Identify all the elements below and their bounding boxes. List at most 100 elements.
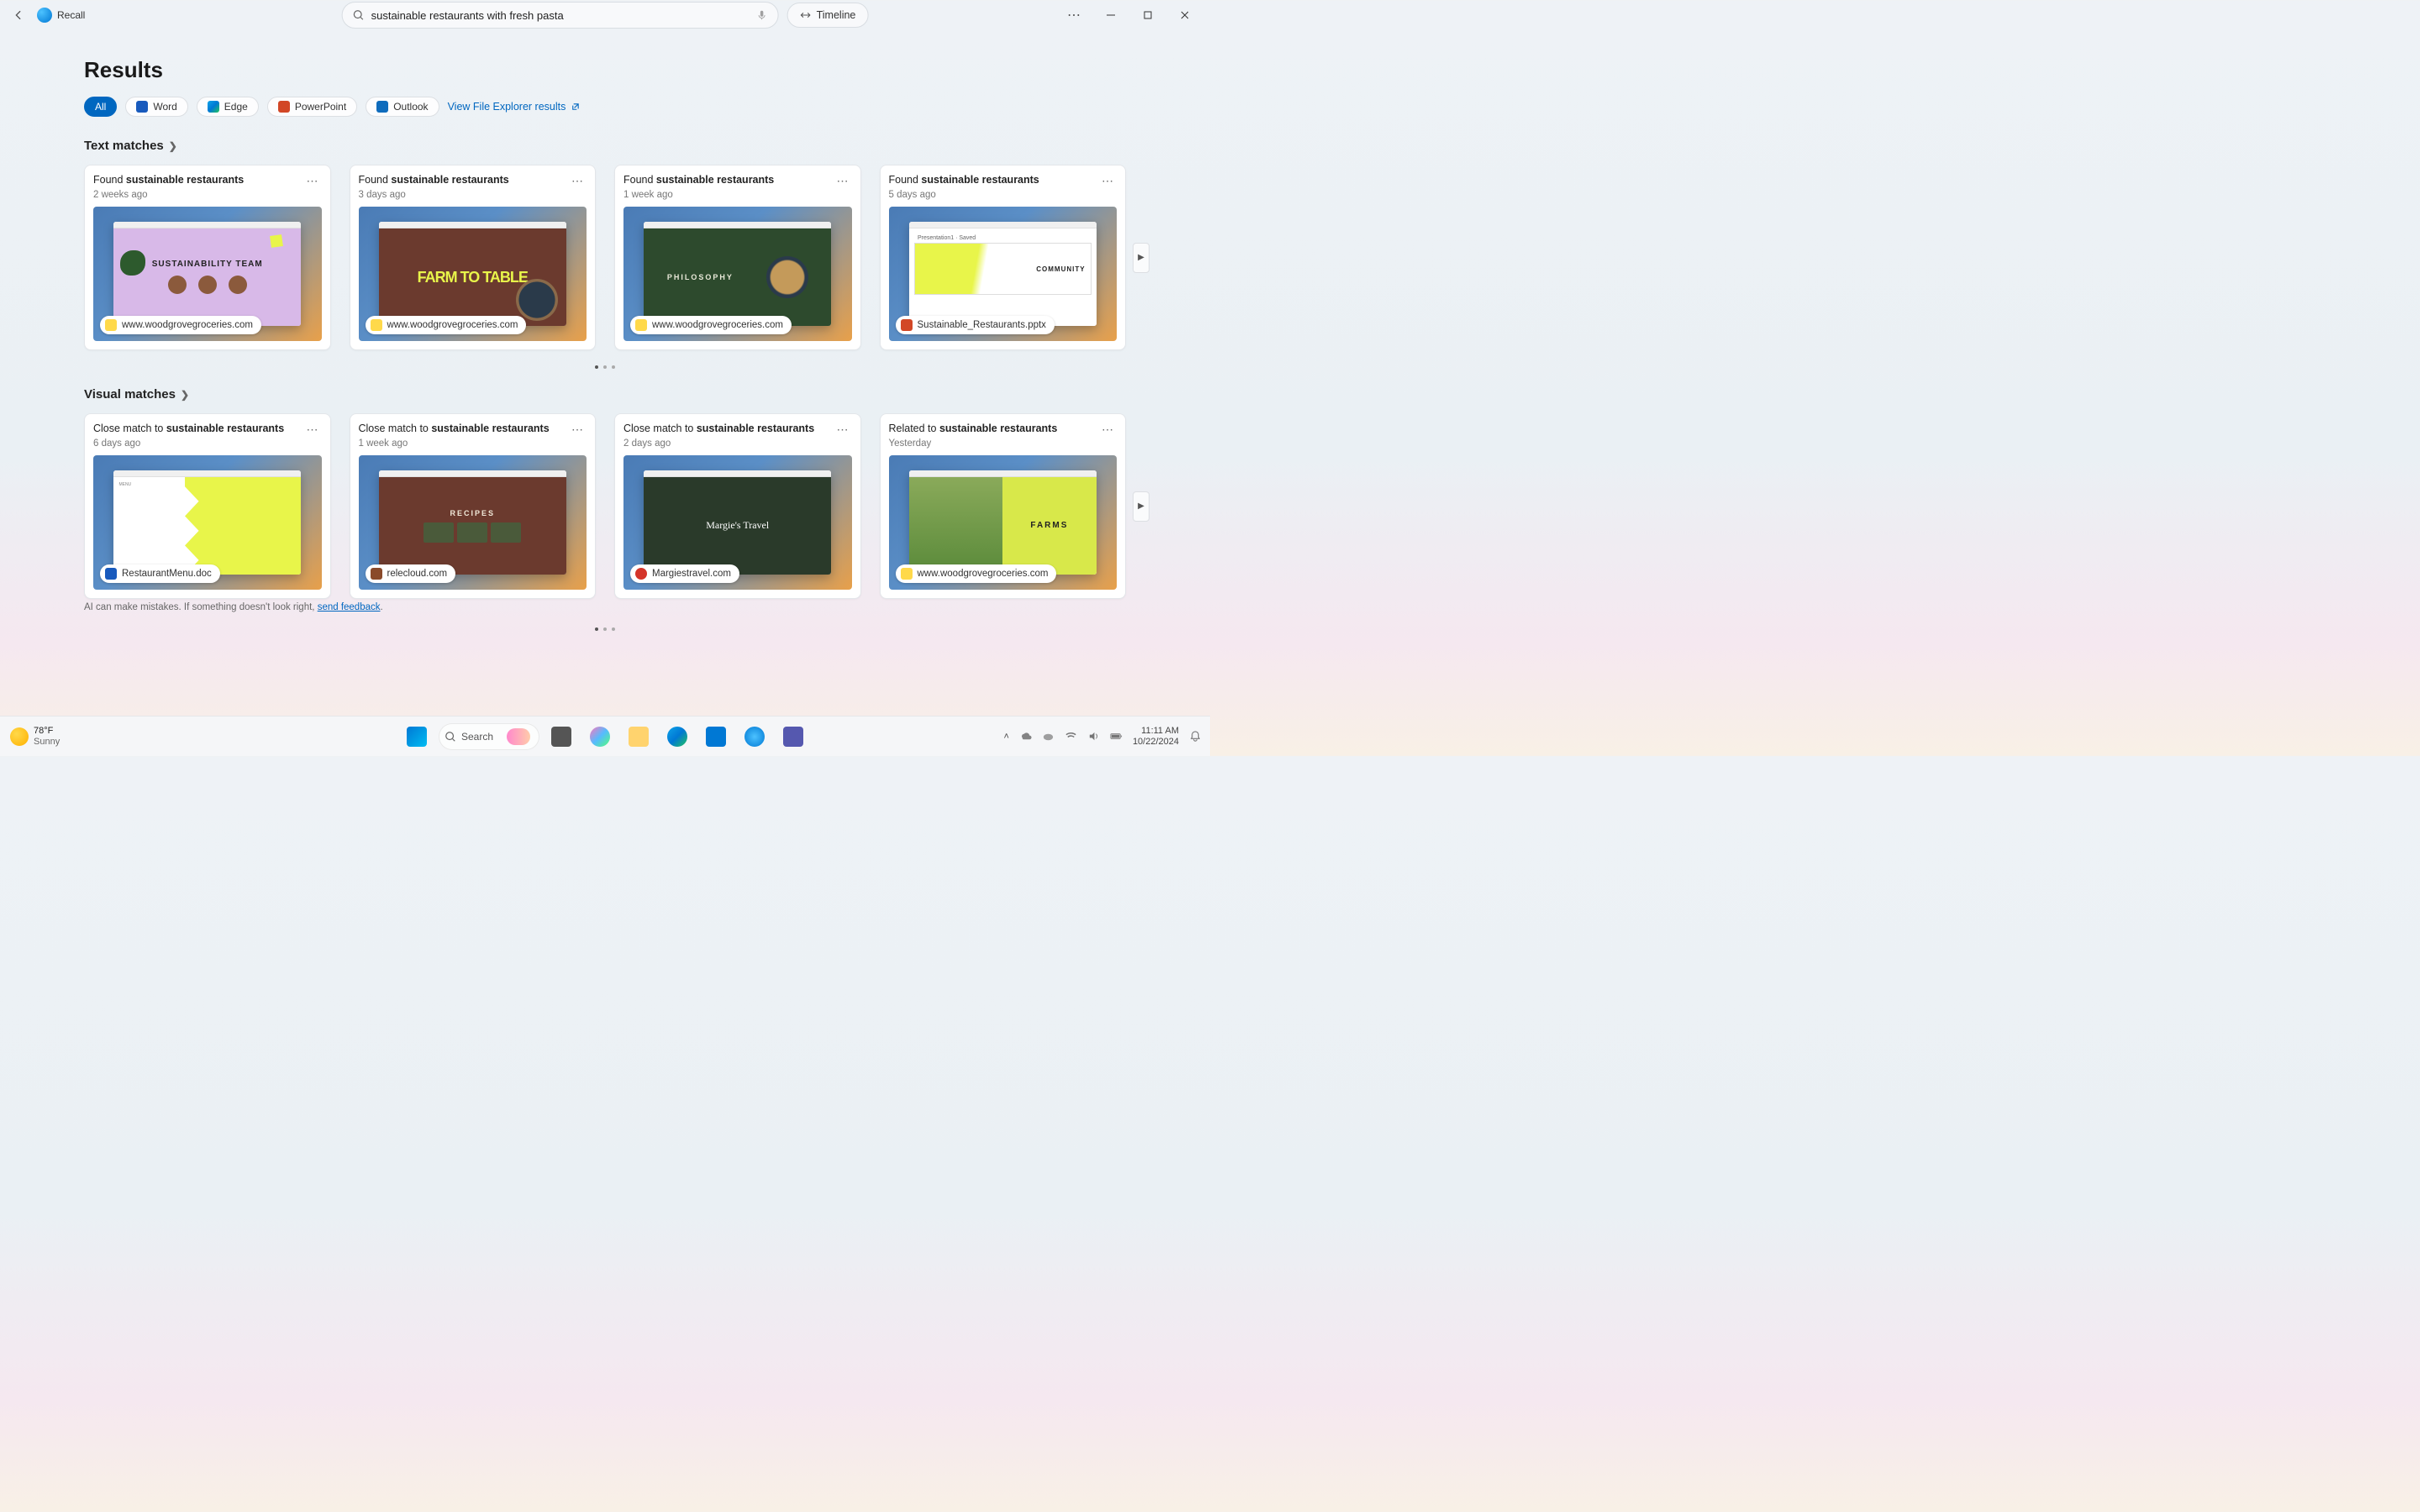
maximize-button[interactable] [1129,2,1166,29]
card-timestamp: 1 week ago [359,438,587,449]
edge-button[interactable] [660,720,694,753]
view-file-explorer-link[interactable]: View File Explorer results [448,101,581,113]
page-dot[interactable] [595,365,598,369]
card-more-button[interactable]: ⋯ [568,174,587,188]
web-icon [371,568,382,580]
copilot-button[interactable] [583,720,617,753]
arrow-left-icon [13,9,24,21]
card-timestamp: 5 days ago [889,190,1118,200]
taskbar-center: Search [400,720,810,753]
filter-powerpoint[interactable]: PowerPoint [267,97,357,117]
search-icon [445,731,456,743]
taskbar-search[interactable]: Search [439,723,539,750]
result-card[interactable]: Found sustainable restaurants ⋯ 5 days a… [880,165,1127,350]
result-card[interactable]: Found sustainable restaurants ⋯ 2 weeks … [84,165,331,350]
card-more-button[interactable]: ⋯ [834,174,852,188]
edge-icon [667,727,687,747]
card-thumbnail: RECIPES relecloud.com [359,455,587,590]
card-title: Found sustainable restaurants [623,174,774,186]
pagination-dots [84,627,1126,631]
powerpoint-icon [278,101,290,113]
weather-widget[interactable]: 78°F Sunny [0,726,60,746]
web-icon [105,319,117,331]
ai-disclaimer: AI can make mistakes. If something doesn… [84,602,1126,612]
page-dot[interactable] [595,627,598,631]
visual-matches-row: Close match to sustainable restaurants ⋯… [84,413,1126,599]
card-thumbnail: PHILOSOPHY www.woodgrovegroceries.com [623,207,852,341]
result-card[interactable]: Related to sustainable restaurants ⋯ Yes… [880,413,1127,599]
chevron-right-icon: ❯ [169,140,177,152]
result-card[interactable]: Close match to sustainable restaurants ⋯… [84,413,331,599]
volume-icon[interactable] [1087,730,1100,743]
card-title: Found sustainable restaurants [889,174,1039,186]
external-link-icon [571,102,580,112]
web-icon [635,568,647,580]
card-timestamp: 2 weeks ago [93,190,322,200]
battery-icon[interactable] [1110,730,1123,743]
task-view-button[interactable] [544,720,578,753]
card-thumbnail: SUSTAINABILITY TEAM www.woodgrovegroceri… [93,207,322,341]
result-card[interactable]: Found sustainable restaurants ⋯ 3 days a… [350,165,597,350]
page-dot[interactable] [603,365,607,369]
text-matches-heading[interactable]: Text matches ❯ [84,139,1126,153]
filter-word[interactable]: Word [125,97,187,117]
result-card[interactable]: Found sustainable restaurants ⋯ 1 week a… [614,165,861,350]
card-more-button[interactable]: ⋯ [303,423,322,437]
search-input[interactable] [371,9,750,22]
next-arrow-button[interactable]: ▶ [1133,491,1150,522]
results-heading: Results [84,57,1126,83]
microphone-icon[interactable] [756,9,768,21]
search-icon [353,9,365,21]
page-dot[interactable] [603,627,607,631]
window-controls: ⋯ [1055,2,1203,29]
source-chip: RestaurantMenu.doc [100,564,220,583]
chevron-right-icon: ❯ [181,389,189,401]
tray-chevron[interactable]: ˄ [1004,732,1009,742]
filter-all[interactable]: All [84,97,117,117]
result-card[interactable]: Close match to sustainable restaurants ⋯… [614,413,861,599]
file-explorer-button[interactable] [622,720,655,753]
card-title: Related to sustainable restaurants [889,423,1058,434]
source-chip: relecloud.com [366,564,456,583]
store-button[interactable] [699,720,733,753]
timeline-button[interactable]: Timeline [787,3,869,28]
card-more-button[interactable]: ⋯ [303,174,322,188]
powerpoint-icon [901,319,913,331]
notifications-icon[interactable] [1189,730,1202,743]
page-dot[interactable] [612,627,615,631]
edge-icon [208,101,219,113]
card-more-button[interactable]: ⋯ [1098,174,1117,188]
card-more-button[interactable]: ⋯ [568,423,587,437]
close-button[interactable] [1166,2,1203,29]
wifi-icon[interactable] [1065,730,1077,743]
recall-app-icon [37,8,52,23]
card-more-button[interactable]: ⋯ [834,423,852,437]
recall-taskbar-button[interactable] [738,720,771,753]
content: Results All Word Edge PowerPoint Outlook… [0,30,1210,631]
send-feedback-link[interactable]: send feedback [318,602,381,612]
filter-outlook[interactable]: Outlook [366,97,439,117]
source-chip: www.woodgrovegroceries.com [630,316,792,334]
cloud-icon[interactable] [1042,730,1055,743]
start-button[interactable] [400,720,434,753]
filter-edge[interactable]: Edge [197,97,259,117]
page-dot[interactable] [612,365,615,369]
titlebar: Recall Timeline ⋯ [0,0,1210,30]
word-icon [136,101,148,113]
timeline-label: Timeline [817,9,856,21]
back-button[interactable] [7,3,30,27]
onedrive-icon[interactable] [1019,730,1032,743]
result-card[interactable]: Close match to sustainable restaurants ⋯… [350,413,597,599]
minimize-button[interactable] [1092,2,1129,29]
next-arrow-button[interactable]: ▶ [1133,243,1150,273]
visual-matches-heading[interactable]: Visual matches ❯ [84,387,1126,402]
clock[interactable]: 11:11 AM 10/22/2024 [1133,726,1179,746]
search-bar[interactable] [342,2,779,29]
web-icon [901,568,913,580]
card-title: Found sustainable restaurants [359,174,509,186]
teams-button[interactable] [776,720,810,753]
card-more-button[interactable]: ⋯ [1098,423,1117,437]
more-button[interactable]: ⋯ [1055,2,1092,29]
taskbar: 78°F Sunny Search ˄ 11:11 AM 10/22/2024 [0,716,1210,756]
outlook-icon [376,101,388,113]
